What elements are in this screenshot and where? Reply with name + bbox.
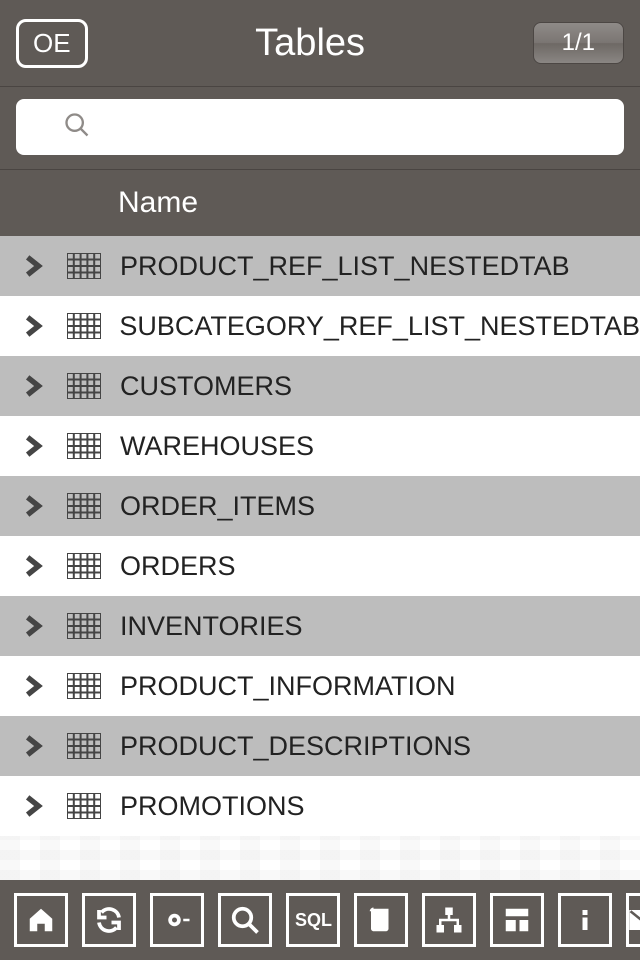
header-bar: OE Tables 1/1 [0, 0, 640, 86]
search-input-wrap[interactable] [16, 99, 624, 155]
settings-button[interactable] [150, 893, 204, 947]
table-name: ORDERS [120, 551, 236, 582]
layout-icon [502, 905, 532, 935]
mail-icon [628, 905, 640, 935]
column-header-name-text: Name [118, 186, 198, 219]
table-row[interactable]: WAREHOUSES [0, 416, 640, 476]
chevron-right-icon [12, 671, 52, 701]
sql-icon: SQL [293, 905, 333, 935]
table-grid-icon [60, 373, 108, 399]
table-grid-icon [60, 733, 108, 759]
chevron-right-icon [12, 431, 52, 461]
chevron-right-icon [12, 491, 52, 521]
info-icon [570, 905, 600, 935]
page-title: Tables [255, 22, 365, 65]
schema-button[interactable]: OE [16, 19, 88, 68]
table-name: INVENTORIES [120, 611, 303, 642]
table-row[interactable]: SUBCATEGORY_REF_LIST_NESTEDTAB [0, 296, 640, 356]
home-icon [26, 905, 56, 935]
home-button[interactable] [14, 893, 68, 947]
refresh-icon [94, 905, 124, 935]
chevron-right-icon [12, 731, 52, 761]
table-grid-icon [60, 493, 108, 519]
table-name: WAREHOUSES [120, 431, 314, 462]
chevron-right-icon [12, 791, 52, 821]
gear-icon [162, 905, 192, 935]
bottom-toolbar: SQL [0, 880, 640, 960]
script-button[interactable] [354, 893, 408, 947]
table-name: SUBCATEGORY_REF_LIST_NESTEDTAB [119, 311, 640, 342]
table-row[interactable]: PROMOTIONS [0, 776, 640, 836]
table-grid-icon [60, 313, 108, 339]
search-button[interactable] [218, 893, 272, 947]
table-name: PRODUCT_REF_LIST_NESTEDTAB [120, 251, 570, 282]
page-indicator-text: 1/1 [562, 29, 595, 56]
structure-icon [434, 905, 464, 935]
chevron-right-icon [12, 611, 52, 641]
chevron-right-icon [12, 551, 52, 581]
table-row[interactable]: ORDER_ITEMS [0, 476, 640, 536]
structure-button[interactable] [422, 893, 476, 947]
schema-label: OE [33, 28, 71, 58]
search-input[interactable] [91, 114, 577, 140]
table-grid-icon [60, 433, 108, 459]
refresh-button[interactable] [82, 893, 136, 947]
page-indicator[interactable]: 1/1 [533, 22, 624, 64]
sql-button[interactable]: SQL [286, 893, 340, 947]
chevron-right-icon [12, 251, 52, 281]
table-grid-icon [60, 613, 108, 639]
table-list: PRODUCT_REF_LIST_NESTEDTAB SUBCATEGORY_RE… [0, 236, 640, 836]
table-row[interactable]: CUSTOMERS [0, 356, 640, 416]
table-grid-icon [60, 673, 108, 699]
table-row[interactable]: ORDERS [0, 536, 640, 596]
table-grid-icon [60, 253, 108, 279]
magnifier-icon [230, 905, 260, 935]
table-name: ORDER_ITEMS [120, 491, 315, 522]
search-icon [63, 111, 91, 144]
table-row[interactable]: INVENTORIES [0, 596, 640, 656]
table-row[interactable]: PRODUCT_DESCRIPTIONS [0, 716, 640, 776]
svg-text:SQL: SQL [295, 910, 332, 930]
table-name: PRODUCT_DESCRIPTIONS [120, 731, 471, 762]
list-filler [0, 836, 640, 880]
table-row[interactable]: PRODUCT_REF_LIST_NESTEDTAB [0, 236, 640, 296]
table-name: CUSTOMERS [120, 371, 292, 402]
table-name: PROMOTIONS [120, 791, 305, 822]
layout-button[interactable] [490, 893, 544, 947]
mail-button[interactable] [626, 893, 640, 947]
table-grid-icon [60, 553, 108, 579]
table-row[interactable]: PRODUCT_INFORMATION [0, 656, 640, 716]
chevron-right-icon [12, 311, 52, 341]
info-button[interactable] [558, 893, 612, 947]
table-name: PRODUCT_INFORMATION [120, 671, 456, 702]
search-bar-row [0, 86, 640, 169]
scroll-icon [366, 905, 396, 935]
table-grid-icon [60, 793, 108, 819]
column-header-name: Name [0, 169, 640, 236]
chevron-right-icon [12, 371, 52, 401]
